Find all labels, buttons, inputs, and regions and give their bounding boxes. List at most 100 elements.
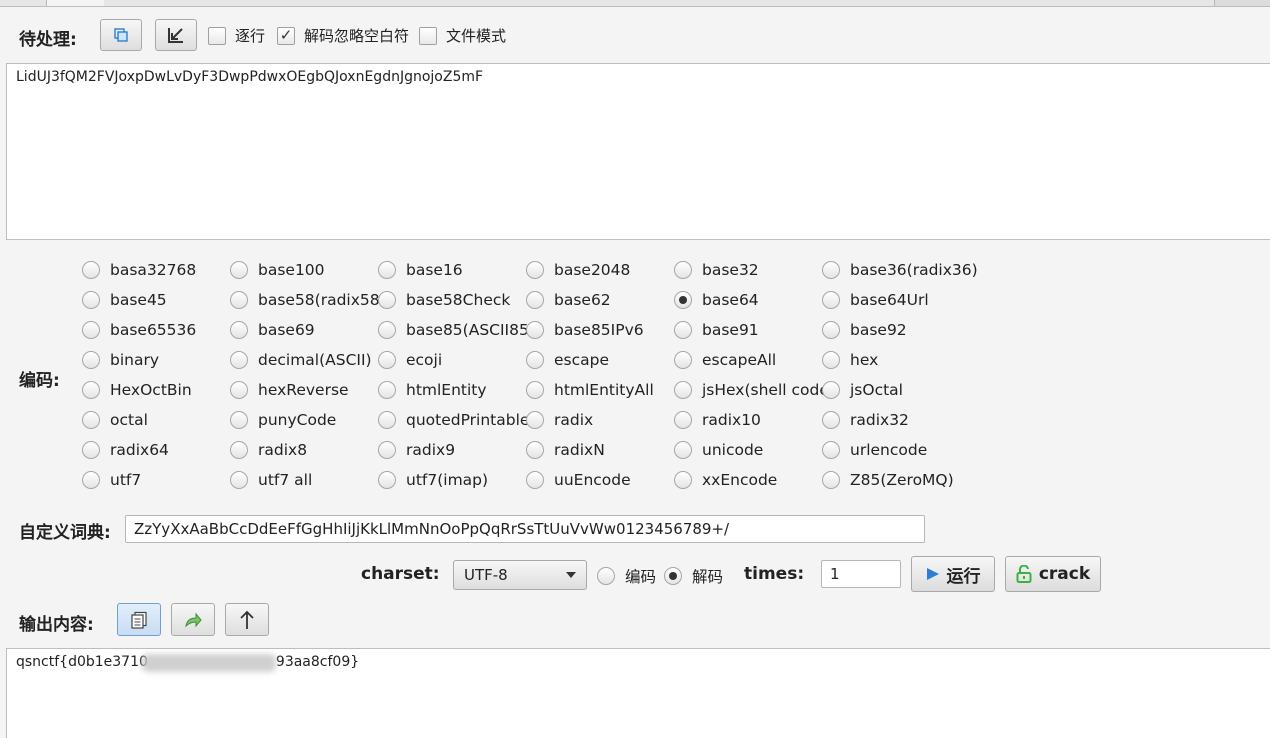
encoding-option-octal[interactable]: octal bbox=[82, 411, 148, 429]
radio-dot[interactable] bbox=[822, 291, 840, 309]
encoding-option-escapeall[interactable]: escapeAll bbox=[674, 351, 776, 369]
radio-dot[interactable] bbox=[230, 261, 248, 279]
radio-dot[interactable] bbox=[526, 381, 544, 399]
dictionary-input[interactable]: ZzYyXxAaBbCcDdEeFfGgHhIiJjKkLlMmNnOoPpQq… bbox=[125, 515, 925, 543]
tab[interactable] bbox=[540, 0, 677, 6]
radio-dot[interactable] bbox=[82, 261, 100, 279]
encoding-option-unicode[interactable]: unicode bbox=[674, 441, 763, 459]
radio-dot[interactable] bbox=[674, 441, 692, 459]
radio-dot[interactable] bbox=[82, 441, 100, 459]
encoding-option-base91[interactable]: base91 bbox=[674, 321, 759, 339]
radio-dot[interactable] bbox=[674, 321, 692, 339]
radio-dot[interactable] bbox=[82, 351, 100, 369]
tab[interactable] bbox=[0, 0, 47, 6]
radio-dot[interactable] bbox=[230, 441, 248, 459]
radio-dot[interactable] bbox=[378, 261, 396, 279]
tab[interactable] bbox=[972, 0, 1047, 6]
encoding-option-base36-radix36[interactable]: base36(radix36) bbox=[822, 261, 978, 279]
radio-dot[interactable] bbox=[230, 351, 248, 369]
encoding-option-punycode[interactable]: punyCode bbox=[230, 411, 336, 429]
tab[interactable] bbox=[104, 0, 183, 6]
radio-dot[interactable] bbox=[378, 471, 396, 489]
encoding-option-base62[interactable]: base62 bbox=[526, 291, 611, 309]
radio-dot[interactable] bbox=[378, 321, 396, 339]
encoding-option-radix9[interactable]: radix9 bbox=[378, 441, 455, 459]
tab[interactable] bbox=[316, 0, 363, 6]
encoding-option-decimal-ascii[interactable]: decimal(ASCII) bbox=[230, 351, 372, 369]
radio-dot[interactable] bbox=[378, 381, 396, 399]
radio-dot[interactable] bbox=[378, 351, 396, 369]
tab[interactable] bbox=[182, 0, 241, 6]
radio-dot[interactable] bbox=[674, 261, 692, 279]
encoding-option-base92[interactable]: base92 bbox=[822, 321, 907, 339]
encoding-option-utf7-all[interactable]: utf7 all bbox=[230, 471, 312, 489]
times-input[interactable]: 1 bbox=[821, 560, 901, 588]
encoding-option-hexreverse[interactable]: hexReverse bbox=[230, 381, 349, 399]
encoding-option-htmlentityall[interactable]: htmlEntityAll bbox=[526, 381, 654, 399]
line-by-line-checkbox[interactable]: 逐行 bbox=[208, 25, 265, 46]
tab[interactable] bbox=[1046, 0, 1097, 6]
encoding-option-base64url[interactable]: base64Url bbox=[822, 291, 929, 309]
radio-dot[interactable] bbox=[82, 471, 100, 489]
radio-dot[interactable] bbox=[378, 411, 396, 429]
radio-dot[interactable] bbox=[526, 411, 544, 429]
input-textarea[interactable]: LidUJ3fQM2FVJoxpDwLvDyF3DwpPdwxOEgbQJoxn… bbox=[6, 63, 1270, 240]
encoding-option-base64[interactable]: base64 bbox=[674, 291, 759, 309]
radio-dot[interactable] bbox=[526, 321, 544, 339]
radio-dot[interactable] bbox=[526, 261, 544, 279]
radio-dot[interactable] bbox=[378, 441, 396, 459]
tab-active[interactable] bbox=[46, 0, 106, 6]
encoding-option-base85-ascii85[interactable]: base85(ASCII85) bbox=[378, 321, 535, 339]
encoding-option-hexoctbin[interactable]: HexOctBin bbox=[82, 381, 192, 399]
encoding-option-urlencode[interactable]: urlencode bbox=[822, 441, 927, 459]
copy-input-button[interactable] bbox=[100, 19, 142, 51]
encoding-option-base58-radix58[interactable]: base58(radix58) bbox=[230, 291, 386, 309]
tab[interactable] bbox=[830, 0, 929, 6]
radio-dot[interactable] bbox=[230, 471, 248, 489]
encoding-option-jshex-shell-code[interactable]: jsHex(shell code) bbox=[674, 381, 835, 399]
encoding-option-quotedprintable[interactable]: quotedPrintable bbox=[378, 411, 529, 429]
encoding-option-radix64[interactable]: radix64 bbox=[82, 441, 169, 459]
radio-dot[interactable] bbox=[822, 441, 840, 459]
encoding-option-base100[interactable]: base100 bbox=[230, 261, 325, 279]
encoding-option-base65536[interactable]: base65536 bbox=[82, 321, 196, 339]
forward-output-button[interactable] bbox=[171, 603, 215, 636]
file-mode-checkbox[interactable]: 文件模式 bbox=[419, 25, 506, 46]
encoding-option-utf7-imap[interactable]: utf7(imap) bbox=[378, 471, 488, 489]
tab[interactable] bbox=[1166, 0, 1215, 6]
encoding-option-base32[interactable]: base32 bbox=[674, 261, 759, 279]
tab[interactable] bbox=[240, 0, 317, 6]
radio-dot[interactable] bbox=[526, 441, 544, 459]
encoding-option-uuencode[interactable]: uuEncode bbox=[526, 471, 631, 489]
encoding-option-hex[interactable]: hex bbox=[822, 351, 878, 369]
checkbox-box[interactable] bbox=[208, 26, 226, 45]
encoding-option-htmlentity[interactable]: htmlEntity bbox=[378, 381, 487, 399]
radio-dot[interactable] bbox=[526, 351, 544, 369]
radio-dot[interactable] bbox=[674, 381, 692, 399]
radio-dot[interactable] bbox=[230, 291, 248, 309]
encoding-option-ecoji[interactable]: ecoji bbox=[378, 351, 442, 369]
mode-encode-radio[interactable]: 编码 bbox=[597, 565, 656, 587]
paste-input-button[interactable] bbox=[155, 19, 197, 51]
charset-select[interactable]: UTF-8 bbox=[453, 560, 587, 590]
encoding-option-radix32[interactable]: radix32 bbox=[822, 411, 909, 429]
encoding-option-radix10[interactable]: radix10 bbox=[674, 411, 761, 429]
radio-dot[interactable] bbox=[526, 291, 544, 309]
radio-dot[interactable] bbox=[82, 381, 100, 399]
radio-dot-selected[interactable] bbox=[674, 291, 692, 309]
tab[interactable] bbox=[676, 0, 769, 6]
radio-dot[interactable] bbox=[82, 321, 100, 339]
radio-dot[interactable] bbox=[822, 411, 840, 429]
encoding-option-radix[interactable]: radix bbox=[526, 411, 593, 429]
radio-dot[interactable] bbox=[230, 381, 248, 399]
radio-dot[interactable] bbox=[597, 567, 615, 585]
radio-dot[interactable] bbox=[822, 381, 840, 399]
encoding-option-binary[interactable]: binary bbox=[82, 351, 159, 369]
check-icon[interactable]: ✓ bbox=[277, 26, 295, 45]
radio-dot[interactable] bbox=[674, 411, 692, 429]
radio-dot[interactable] bbox=[822, 351, 840, 369]
radio-dot[interactable] bbox=[82, 291, 100, 309]
encoding-option-z85-zeromq[interactable]: Z85(ZeroMQ) bbox=[822, 471, 954, 489]
tab[interactable] bbox=[362, 0, 415, 6]
radio-dot[interactable] bbox=[674, 471, 692, 489]
